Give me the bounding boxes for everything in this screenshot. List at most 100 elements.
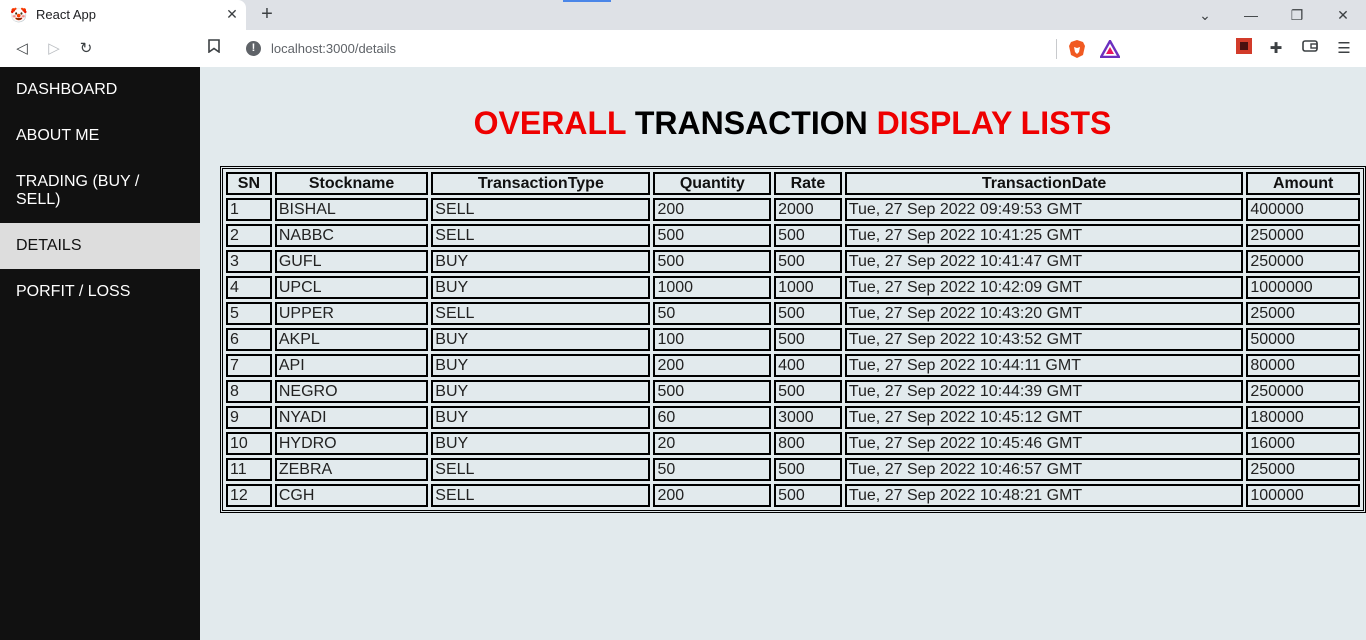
- rate-cell: 3000: [774, 406, 842, 429]
- browser-toolbar: ◁ ▷ ↻ ! localhost:3000/details ✚ ☰: [0, 30, 1366, 67]
- rate-cell: 2000: [774, 198, 842, 221]
- brave-shields-icon[interactable]: [1068, 39, 1086, 59]
- quantity-cell: 200: [653, 198, 772, 221]
- close-window-icon[interactable]: ✕: [1331, 4, 1355, 26]
- amount-cell: 180000: [1246, 406, 1360, 429]
- stockname-cell: UPCL: [274, 276, 429, 299]
- transaction-type-cell: SELL: [431, 458, 651, 481]
- reload-icon[interactable]: ↻: [75, 38, 97, 60]
- transaction-date-cell: Tue, 27 Sep 2022 10:46:57 GMT: [844, 458, 1244, 481]
- transaction-type-cell: BUY: [431, 406, 651, 429]
- sn-cell: 3: [226, 250, 272, 273]
- amount-cell: 100000: [1246, 484, 1360, 507]
- transaction-date-cell: Tue, 27 Sep 2022 10:45:12 GMT: [844, 406, 1244, 429]
- puzzle-extensions-icon[interactable]: ✚: [1265, 38, 1287, 60]
- wallet-icon[interactable]: [1299, 38, 1321, 60]
- sn-cell: 11: [226, 458, 272, 481]
- sn-cell: 1: [226, 198, 272, 221]
- transaction-type-cell: BUY: [431, 432, 651, 455]
- sidebar-item-profit-loss[interactable]: PORFIT / LOSS: [0, 269, 200, 315]
- browser-tab[interactable]: 🤡 React App ✕: [0, 0, 246, 30]
- menu-icon[interactable]: ☰: [1333, 38, 1355, 60]
- transaction-date-cell: Tue, 27 Sep 2022 10:41:47 GMT: [844, 250, 1244, 273]
- amount-cell: 25000: [1246, 458, 1360, 481]
- table-row: 10 HYDRO BUY 20 800 Tue, 27 Sep 2022 10:45:46…: [226, 432, 1360, 455]
- amount-cell: 50000: [1246, 328, 1360, 351]
- transaction-type-cell: BUY: [431, 380, 651, 403]
- sn-cell: 12: [226, 484, 272, 507]
- column-header-amount: Amount: [1246, 172, 1360, 195]
- table-row: 7 API BUY 200 400 Tue, 27 Sep 2022 10:44:11 G…: [226, 354, 1360, 377]
- site-info-icon[interactable]: !: [246, 41, 261, 56]
- stockname-cell: CGH: [274, 484, 429, 507]
- table-row: 12 CGH SELL 200 500 Tue, 27 Sep 2022 10:48:21…: [226, 484, 1360, 507]
- table-row: 11 ZEBRA SELL 50 500 Tue, 27 Sep 2022 10:46:5…: [226, 458, 1360, 481]
- transaction-type-cell: SELL: [431, 302, 651, 325]
- omnibox-divider: [1056, 39, 1057, 59]
- transaction-type-cell: SELL: [431, 224, 651, 247]
- column-header-transaction-date: TransactionDate: [844, 172, 1244, 195]
- sidebar-item-trading[interactable]: TRADING (BUY / SELL): [0, 159, 200, 223]
- amount-cell: 250000: [1246, 250, 1360, 273]
- stockname-cell: GUFL: [274, 250, 429, 273]
- quantity-cell: 20: [653, 432, 772, 455]
- sidebar: DASHBOARD ABOUT ME TRADING (BUY / SELL) …: [0, 67, 200, 640]
- browser-tab-strip: 🤡 React App ✕ + ⌄ — ❐ ✕: [0, 0, 1366, 30]
- sn-cell: 4: [226, 276, 272, 299]
- sn-cell: 10: [226, 432, 272, 455]
- sn-cell: 8: [226, 380, 272, 403]
- restore-icon[interactable]: ❐: [1285, 4, 1309, 26]
- transaction-type-cell: SELL: [431, 198, 651, 221]
- table-row: 5 UPPER SELL 50 500 Tue, 27 Sep 2022 10:43:20…: [226, 302, 1360, 325]
- amount-cell: 16000: [1246, 432, 1360, 455]
- column-header-quantity: Quantity: [653, 172, 772, 195]
- rate-cell: 400: [774, 354, 842, 377]
- table-header-row: SN Stockname TransactionType Quantity Ra…: [226, 172, 1360, 195]
- column-header-transaction-type: TransactionType: [431, 172, 651, 195]
- sn-cell: 2: [226, 224, 272, 247]
- sidebar-item-details[interactable]: DETAILS: [0, 223, 200, 269]
- minimize-icon[interactable]: —: [1239, 4, 1263, 26]
- amount-cell: 250000: [1246, 224, 1360, 247]
- new-tab-icon[interactable]: +: [256, 3, 278, 25]
- address-bar[interactable]: ! localhost:3000/details: [238, 34, 1130, 63]
- rate-cell: 500: [774, 328, 842, 351]
- sn-cell: 6: [226, 328, 272, 351]
- quantity-cell: 500: [653, 380, 772, 403]
- table-body: 1 BISHAL SELL 200 2000 Tue, 27 Sep 2022 09:49…: [226, 198, 1360, 507]
- brave-rewards-icon[interactable]: [1100, 40, 1120, 58]
- transaction-type-cell: BUY: [431, 250, 651, 273]
- amount-cell: 1000000: [1246, 276, 1360, 299]
- rate-cell: 500: [774, 380, 842, 403]
- column-header-stockname: Stockname: [274, 172, 429, 195]
- page-title: OVERALL TRANSACTION DISPLAY LISTS: [200, 105, 1366, 142]
- quantity-cell: 200: [653, 484, 772, 507]
- stockname-cell: NABBC: [274, 224, 429, 247]
- stockname-cell: NEGRO: [274, 380, 429, 403]
- stockname-cell: BISHAL: [274, 198, 429, 221]
- table-row: 3 GUFL BUY 500 500 Tue, 27 Sep 2022 10:41:47 …: [226, 250, 1360, 273]
- column-header-sn: SN: [226, 172, 272, 195]
- back-icon[interactable]: ◁: [11, 38, 33, 60]
- transaction-date-cell: Tue, 27 Sep 2022 10:41:25 GMT: [844, 224, 1244, 247]
- sidebar-item-about-me[interactable]: ABOUT ME: [0, 113, 200, 159]
- table-row: 4 UPCL BUY 1000 1000 Tue, 27 Sep 2022 10:42:0…: [226, 276, 1360, 299]
- extension-icon[interactable]: [1233, 38, 1255, 60]
- rate-cell: 500: [774, 458, 842, 481]
- bookmark-icon[interactable]: [203, 38, 225, 60]
- forward-icon[interactable]: ▷: [43, 38, 65, 60]
- tab-search-chevron-icon[interactable]: ⌄: [1193, 4, 1217, 26]
- sidebar-item-dashboard[interactable]: DASHBOARD: [0, 67, 200, 113]
- url-text[interactable]: localhost:3000/details: [271, 41, 396, 56]
- transaction-type-cell: SELL: [431, 484, 651, 507]
- transaction-date-cell: Tue, 27 Sep 2022 10:48:21 GMT: [844, 484, 1244, 507]
- tab-close-icon[interactable]: ✕: [224, 6, 240, 22]
- amount-cell: 80000: [1246, 354, 1360, 377]
- stockname-cell: NYADI: [274, 406, 429, 429]
- amount-cell: 25000: [1246, 302, 1360, 325]
- transaction-type-cell: BUY: [431, 354, 651, 377]
- transactions-table: SN Stockname TransactionType Quantity Ra…: [220, 166, 1366, 513]
- quantity-cell: 500: [653, 250, 772, 273]
- transaction-date-cell: Tue, 27 Sep 2022 10:43:52 GMT: [844, 328, 1244, 351]
- rate-cell: 500: [774, 484, 842, 507]
